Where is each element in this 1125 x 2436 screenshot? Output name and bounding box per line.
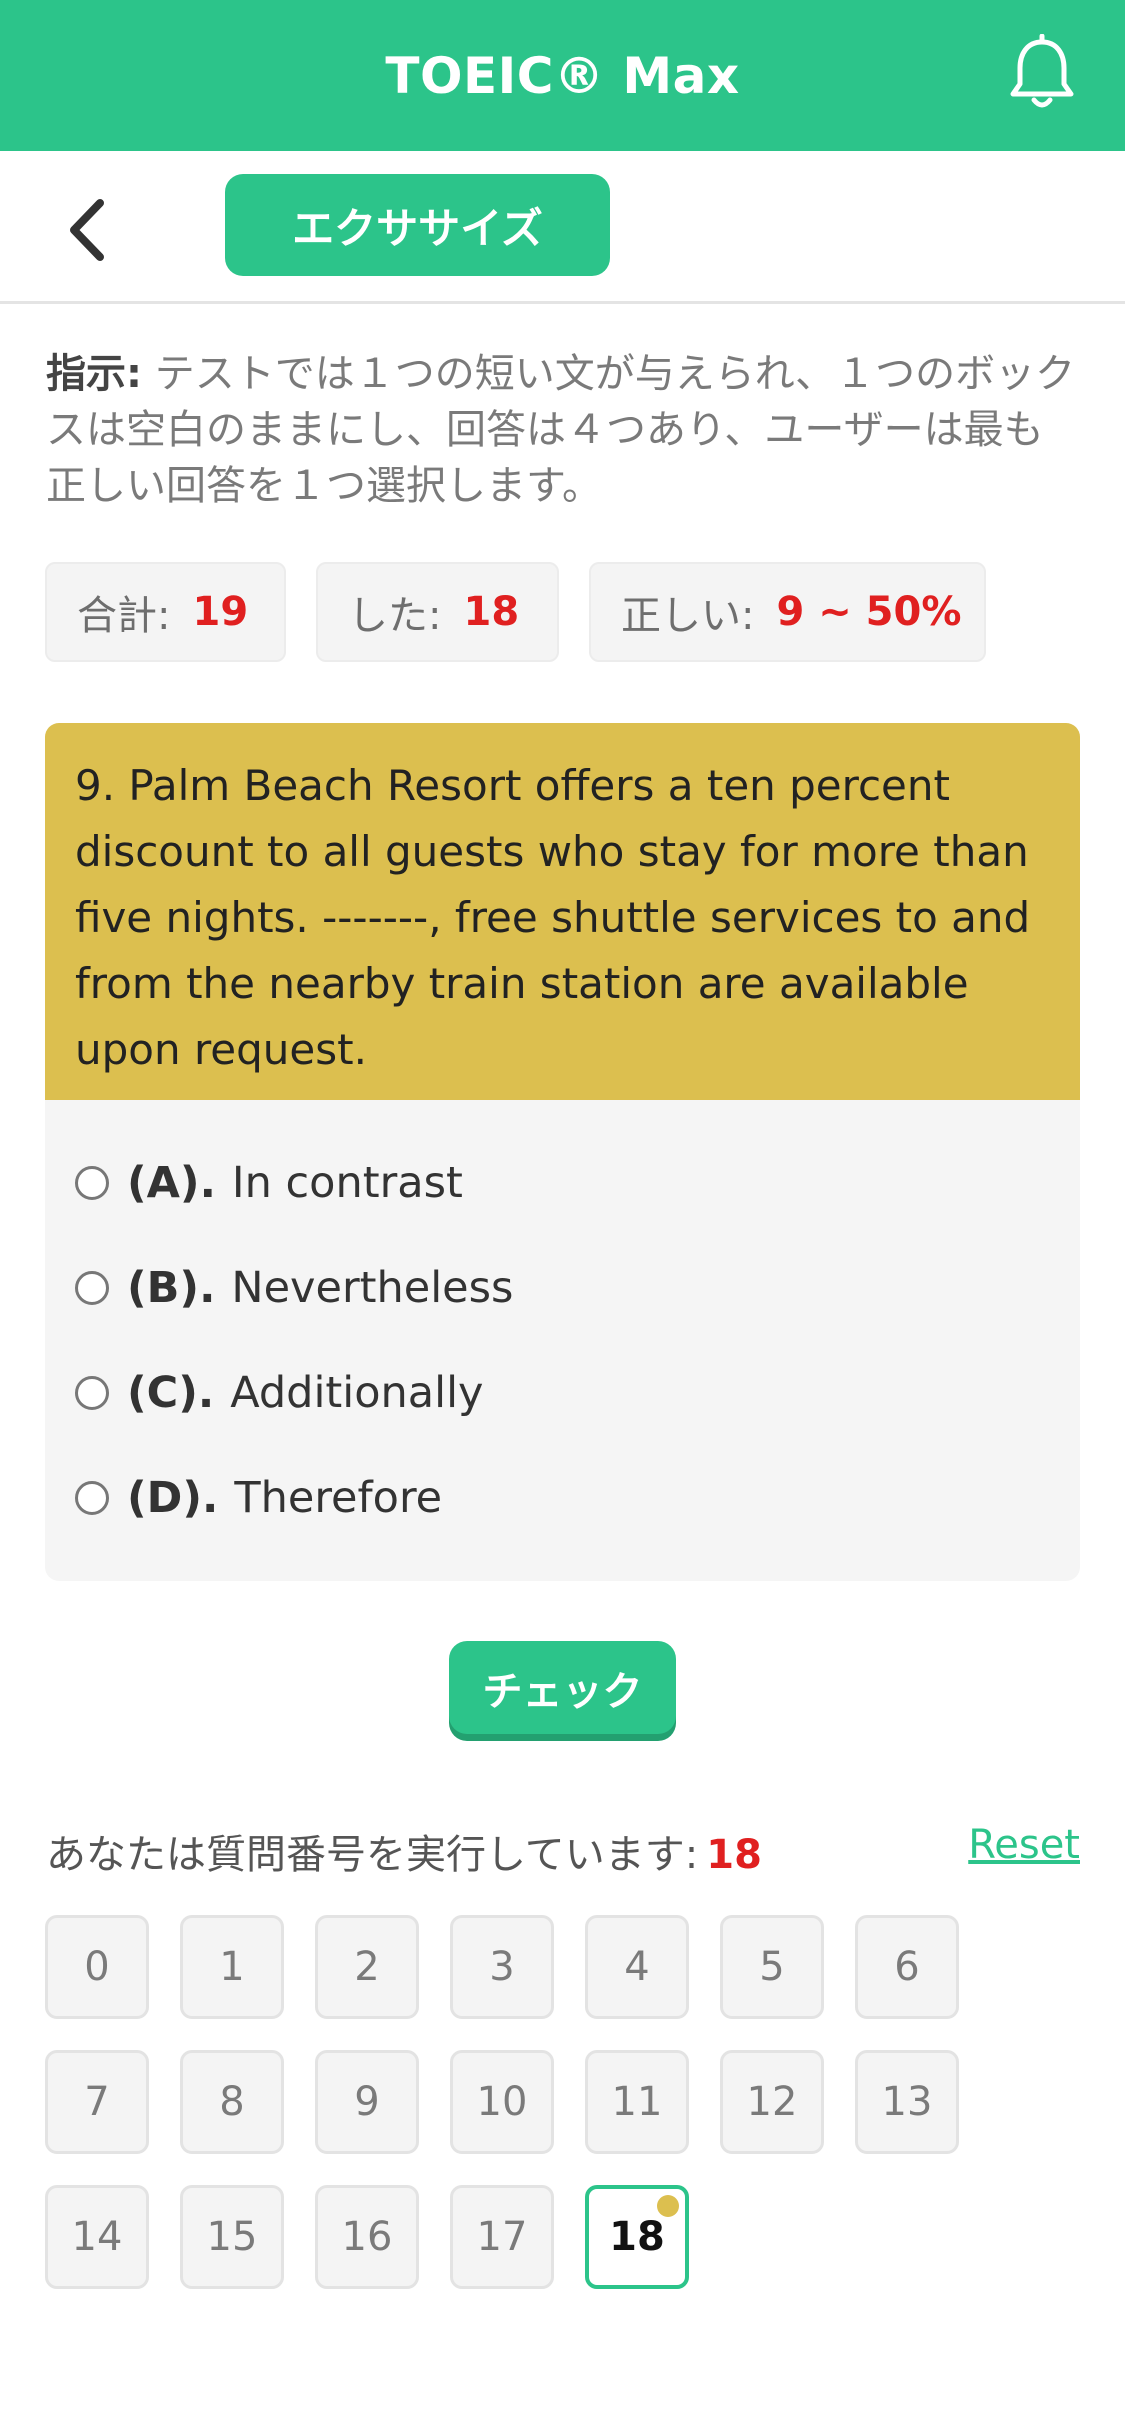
question-number-button[interactable]: 15 [180,2185,284,2289]
instructions: 指示: テストでは１つの短い文が与えられ、１つのボックスは空白のままにし、回答は… [46,346,1076,514]
app-header: TOEIC® Max [0,0,1125,151]
question-number-button[interactable]: 1 [180,1915,284,2019]
progress-status: あなたは質問番号を実行しています: 18 [46,1822,762,1880]
question-number-button-current[interactable]: 18 [585,2185,689,2289]
option-text: Nevertheless [231,1263,514,1313]
question-text: 9. Palm Beach Resort offers a ten percen… [45,723,1080,1100]
answer-options: (A). In contrast (B). Nevertheless (C). … [45,1100,1080,1581]
stat-total-value: 19 [192,589,249,635]
option-text: In contrast [231,1158,463,1208]
question-number-label: 18 [609,2214,665,2260]
radio-button[interactable] [75,1376,109,1410]
stat-correct-label: 正しい: [621,593,755,639]
question-number-button[interactable]: 7 [45,2050,149,2154]
option-text: Therefore [234,1473,443,1523]
option-letter: (D). [127,1473,219,1523]
exercise-button[interactable]: エクササイズ [225,174,610,276]
stat-correct-value: 9 ~ 50% [776,589,962,635]
reset-link[interactable]: Reset [968,1822,1080,1868]
stat-correct: 正しい: 9 ~ 50% [589,562,986,662]
current-question-number: 18 [706,1832,762,1878]
chevron-left-icon[interactable] [62,195,112,265]
app-title: TOEIC® Max [385,46,740,105]
question-number-button[interactable]: 3 [450,1915,554,2019]
option-letter: (C). [127,1368,215,1418]
option-text: Additionally [230,1368,484,1418]
stat-done: した: 18 [316,562,559,662]
option-letter: (A). [127,1158,216,1208]
question-number-button[interactable]: 13 [855,2050,959,2154]
stat-total-label: 合計: [77,593,171,639]
instructions-label: 指示: [46,351,142,397]
question-number-button[interactable]: 12 [720,2050,824,2154]
stat-done-value: 18 [463,589,520,635]
radio-button[interactable] [75,1481,109,1515]
question-number-button[interactable]: 16 [315,2185,419,2289]
bell-icon[interactable] [1007,34,1077,114]
question-number-button[interactable]: 14 [45,2185,149,2289]
question-number-button[interactable]: 9 [315,2050,419,2154]
question-number-button[interactable]: 0 [45,1915,149,2019]
question-number-button[interactable]: 17 [450,2185,554,2289]
option-c[interactable]: (C). Additionally [75,1358,483,1428]
instructions-text: テストでは１つの短い文が与えられ、１つのボックスは空白のままにし、回答は４つあり… [46,351,1076,509]
question-number-button[interactable]: 11 [585,2050,689,2154]
question-number-button[interactable]: 8 [180,2050,284,2154]
option-b[interactable]: (B). Nevertheless [75,1253,513,1323]
sub-navigation: エクササイズ [0,151,1125,304]
option-d[interactable]: (D). Therefore [75,1463,442,1533]
question-number-button[interactable]: 6 [855,1915,959,2019]
progress-label: あなたは質問番号を実行しています: [46,1832,699,1878]
current-indicator-dot [657,2195,679,2217]
question-number-button[interactable]: 2 [315,1915,419,2019]
question-number-button[interactable]: 4 [585,1915,689,2019]
stat-done-label: した: [348,593,442,639]
question-number-button[interactable]: 5 [720,1915,824,2019]
radio-button[interactable] [75,1166,109,1200]
option-a[interactable]: (A). In contrast [75,1148,463,1218]
stat-total: 合計: 19 [45,562,286,662]
question-number-button[interactable]: 10 [450,2050,554,2154]
radio-button[interactable] [75,1271,109,1305]
option-letter: (B). [127,1263,216,1313]
check-button[interactable]: チェック [449,1641,676,1734]
